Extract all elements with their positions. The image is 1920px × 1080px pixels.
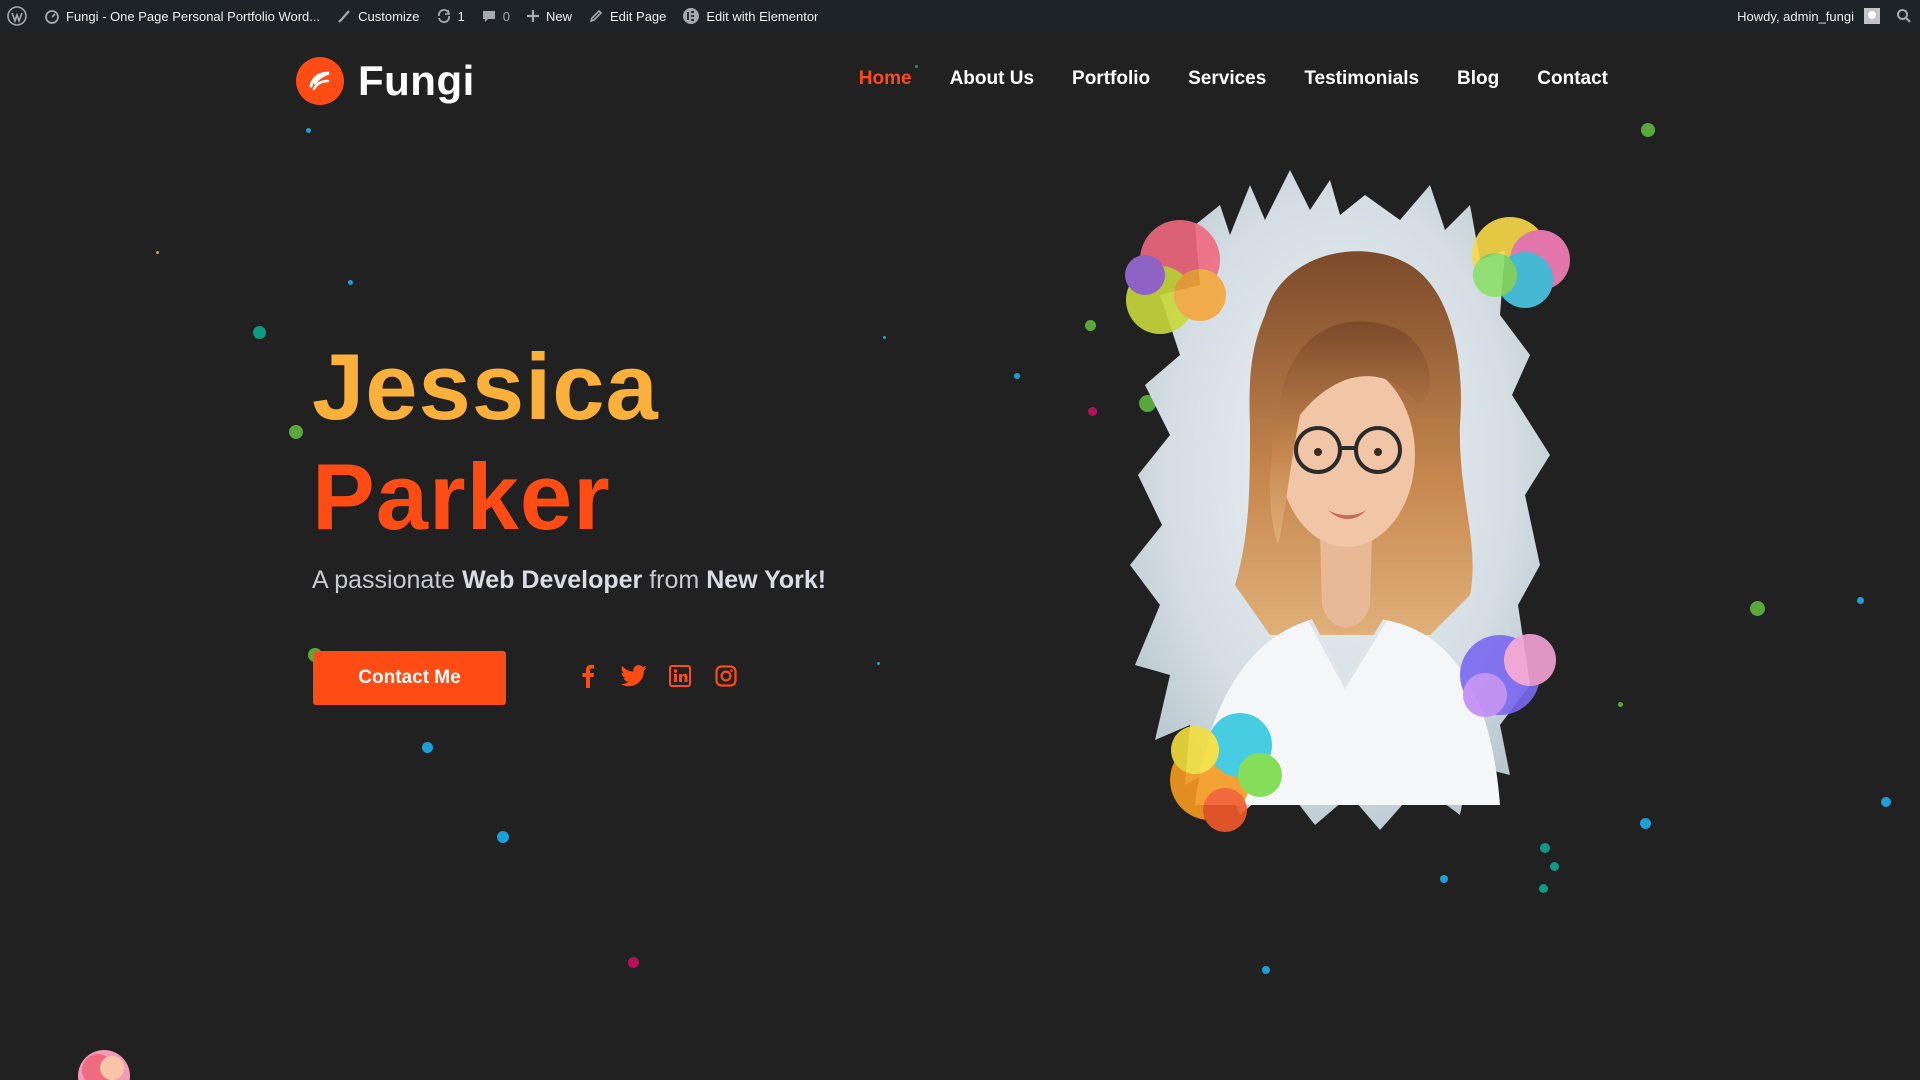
tagline-prefix: A passionate: [312, 566, 463, 594]
my-account-menu[interactable]: Howdy, admin_fungi: [1729, 0, 1888, 32]
decorative-dot: [915, 65, 918, 68]
instagram-link[interactable]: [713, 663, 739, 689]
dashboard-icon: [45, 10, 59, 24]
nav-home[interactable]: Home: [859, 68, 912, 90]
avatar: [1864, 8, 1880, 24]
pencil-icon: [589, 9, 603, 23]
instagram-icon: [715, 665, 737, 687]
decorative-dot: [289, 425, 303, 439]
edit-page-label: Edit Page: [610, 8, 667, 24]
decorative-dot: [1014, 373, 1020, 379]
decorative-dot: [306, 128, 311, 133]
admin-search-button[interactable]: [1888, 0, 1920, 32]
edit-elementor-label: Edit with Elementor: [706, 8, 819, 24]
new-label: New: [546, 8, 573, 24]
decorative-dot: [1750, 601, 1765, 616]
elementor-icon: [683, 8, 700, 24]
decorative-dot: [1881, 797, 1891, 807]
updates-menu[interactable]: 1: [428, 0, 473, 32]
decorative-dot: [497, 831, 509, 843]
linkedin-link[interactable]: [667, 663, 693, 689]
nav-blog[interactable]: Blog: [1457, 68, 1499, 90]
decorative-dot: [156, 251, 159, 254]
facebook-icon: [582, 664, 594, 688]
site-name-menu[interactable]: Fungi - One Page Personal Portfolio Word…: [36, 0, 328, 32]
decorative-dot: [1550, 862, 1559, 871]
new-content-menu[interactable]: New: [518, 0, 580, 32]
nav-services[interactable]: Services: [1188, 68, 1266, 90]
plus-icon: [527, 10, 539, 22]
decorative-dot: [1641, 123, 1655, 137]
nav-testimonials[interactable]: Testimonials: [1304, 68, 1419, 90]
decorative-dot: [1539, 884, 1548, 893]
logo-text: Fungi: [358, 57, 475, 104]
decorative-dot: [1640, 818, 1651, 829]
site-logo[interactable]: Fungi: [296, 57, 475, 105]
linkedin-icon: [669, 665, 691, 687]
logo-mark-icon: [296, 57, 344, 105]
edit-elementor-menu[interactable]: Edit with Elementor: [674, 0, 826, 32]
contact-me-button[interactable]: Contact Me: [313, 651, 506, 705]
updates-count: 1: [457, 8, 465, 24]
hero-portrait-image: [1100, 165, 1620, 845]
decorative-dot: [253, 326, 266, 339]
decorative-dot: [877, 662, 880, 665]
updates-icon: [437, 9, 450, 23]
tagline-place: New York!: [706, 566, 827, 594]
hero-first-name: Jessica: [312, 334, 659, 439]
twitter-link[interactable]: [621, 663, 647, 689]
comments-count: 0: [502, 8, 510, 24]
decorative-dot: [1440, 875, 1448, 883]
main-navigation: Home About Us Portfolio Services Testimo…: [859, 68, 1608, 90]
hero-last-name: Parker: [312, 444, 611, 549]
customize-menu[interactable]: Customize: [328, 0, 427, 32]
customize-label: Customize: [358, 8, 420, 24]
comment-icon: [482, 11, 495, 22]
social-links: [575, 663, 739, 689]
facebook-link[interactable]: [575, 663, 601, 689]
nav-portfolio[interactable]: Portfolio: [1072, 68, 1150, 90]
hero-tagline: A passionate Web Developer from New York…: [312, 566, 826, 595]
decorative-dot: [422, 742, 433, 753]
nav-contact[interactable]: Contact: [1537, 68, 1608, 90]
nav-about-us[interactable]: About Us: [950, 68, 1034, 90]
comments-menu[interactable]: 0: [473, 0, 518, 32]
howdy-label: Howdy, admin_fungi: [1737, 8, 1854, 24]
wp-admin-bar: Fungi - One Page Personal Portfolio Word…: [0, 0, 1920, 32]
search-icon: [1897, 9, 1911, 23]
decorative-dot: [348, 280, 353, 285]
tagline-mid: from: [642, 566, 707, 594]
wordpress-logo-icon[interactable]: [0, 0, 36, 32]
brush-icon: [338, 10, 350, 23]
decorative-dot: [628, 957, 639, 968]
site-name-label: Fungi - One Page Personal Portfolio Word…: [66, 8, 321, 24]
decorative-dot: [883, 336, 886, 339]
decorative-dot: [1085, 320, 1096, 331]
decorative-dot: [1088, 407, 1097, 416]
decorative-splash: [72, 1044, 136, 1080]
decorative-dot: [1262, 966, 1270, 974]
tagline-role: Web Developer: [462, 566, 643, 594]
twitter-icon: [621, 665, 647, 687]
edit-page-menu[interactable]: Edit Page: [580, 0, 674, 32]
decorative-dot: [1857, 597, 1864, 604]
